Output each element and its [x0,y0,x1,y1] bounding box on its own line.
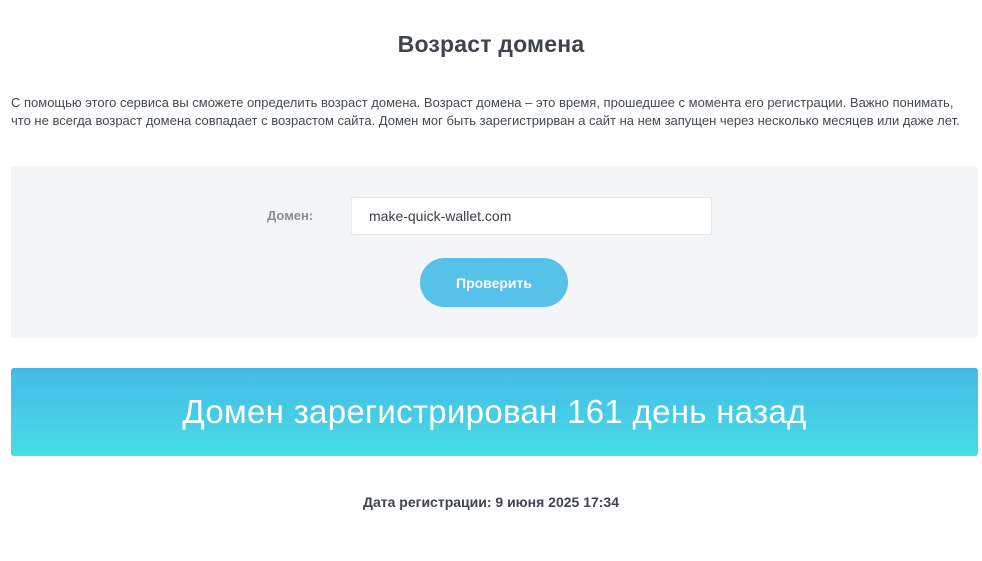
check-button[interactable]: Проверить [420,258,568,307]
domain-age-page: Возраст домена С помощью этого сервиса в… [0,0,982,561]
domain-field-label: Домен: [267,208,314,223]
result-message: Домен зарегистрирован 161 день назад [182,393,807,430]
result-banner: Домен зарегистрирован 161 день назад [11,368,978,456]
page-title: Возраст домена [397,31,585,57]
intro-text: С помощью этого сервиса вы сможете опред… [11,95,960,128]
registration-date: Дата регистрации: 9 июня 2025 17:34 [362,494,619,510]
domain-form-panel: Домен: Проверить [11,166,978,338]
domain-input[interactable] [351,197,712,235]
